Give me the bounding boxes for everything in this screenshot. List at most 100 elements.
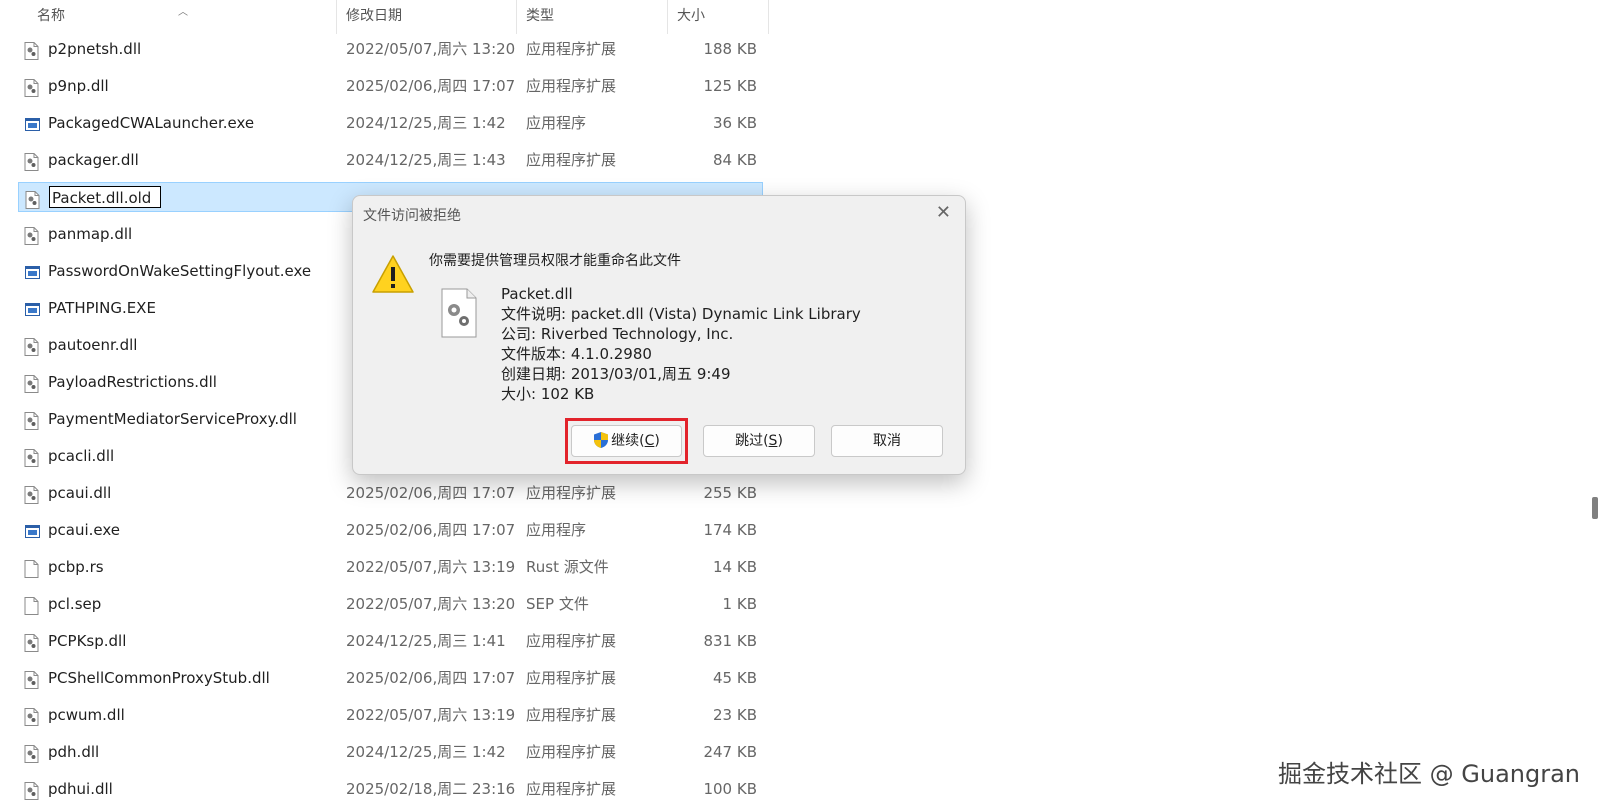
exe-file-icon: [24, 114, 40, 132]
file-size: 1 KB: [722, 595, 757, 613]
close-icon[interactable]: ✕: [936, 202, 951, 223]
column-date-label: 修改日期: [346, 8, 402, 24]
table-row[interactable]: pcbp.rs 2022/05/07,周六 13:19 Rust 源文件 14 KB: [18, 552, 763, 582]
file-type: 应用程序扩展: [526, 151, 617, 169]
file-date: 2025/02/06,周四 17:07: [346, 484, 516, 502]
column-type-label: 类型: [526, 8, 554, 24]
file-date: 2025/02/18,周二 23:16: [346, 780, 516, 798]
file-type: SEP 文件: [526, 595, 589, 613]
dll-file-icon: [24, 484, 39, 504]
file-name: PCShellCommonProxyStub.dll: [48, 669, 270, 687]
table-row[interactable]: pcaui.exe 2025/02/06,周四 17:07 应用程序 174 KB: [18, 515, 763, 545]
file-name: pdh.dll: [48, 743, 100, 761]
file-size: 14 KB: [713, 558, 757, 576]
file-date: 2022/05/07,周六 13:19: [346, 558, 516, 576]
sort-ascending-icon: ︿: [178, 7, 188, 18]
file-name: pautoenr.dll: [48, 336, 138, 354]
skip-close-paren: ): [777, 433, 783, 449]
file-size: 84 KB: [713, 151, 757, 169]
skip-button[interactable]: 跳过(S): [703, 425, 815, 457]
column-name-label: 名称: [37, 8, 65, 24]
detail-description: 文件说明: packet.dll (Vista) Dynamic Link Li…: [501, 305, 861, 323]
file-type: 应用程序扩展: [526, 77, 617, 95]
column-size[interactable]: 大小: [669, 0, 769, 34]
cancel-button[interactable]: 取消: [831, 425, 943, 457]
file-date: 2022/05/07,周六 13:19: [346, 706, 516, 724]
table-row[interactable]: pcwum.dll 2022/05/07,周六 13:19 应用程序扩展 23 KB: [18, 700, 763, 730]
file-name: PackagedCWALauncher.exe: [48, 114, 255, 132]
table-row[interactable]: PCShellCommonProxyStub.dll 2025/02/06,周四 …: [18, 663, 763, 693]
table-row[interactable]: pdh.dll 2024/12/25,周三 1:42 应用程序扩展 247 KB: [18, 737, 763, 767]
dll-file-icon: [24, 780, 39, 800]
dll-file-icon: [24, 225, 39, 245]
table-row[interactable]: PackagedCWALauncher.exe 2024/12/25,周三 1:4…: [18, 108, 763, 138]
detail-version: 文件版本: 4.1.0.2980: [501, 345, 652, 363]
continue-accesskey: C: [644, 433, 655, 449]
file-size: 36 KB: [713, 114, 757, 132]
file-type: 应用程序扩展: [526, 632, 617, 650]
file-name: pcl.sep: [48, 595, 102, 613]
file-date: 2024/12/25,周三 1:42: [346, 114, 506, 132]
access-denied-dialog: 文件访问被拒绝 ✕ 你需要提供管理员权限才能重命名此文件 Packet.dll …: [352, 195, 966, 475]
dll-file-icon: [25, 189, 40, 209]
file-name: PaymentMediatorServiceProxy.dll: [48, 410, 297, 428]
dll-file-icon: [24, 77, 39, 97]
file-size: 188 KB: [703, 40, 757, 58]
file-type: 应用程序: [526, 521, 587, 539]
file-type: 应用程序扩展: [526, 484, 617, 502]
file-name: PayloadRestrictions.dll: [48, 373, 217, 391]
file-date: 2024/12/25,周三 1:42: [346, 743, 506, 761]
file-name: PATHPING.EXE: [48, 299, 156, 317]
table-row[interactable]: PCPKsp.dll 2024/12/25,周三 1:41 应用程序扩展 831 KB: [18, 626, 763, 656]
dll-file-icon: [24, 336, 39, 356]
table-row[interactable]: p2pnetsh.dll 2022/05/07,周六 13:20 应用程序扩展 188…: [18, 34, 763, 64]
file-size: 831 KB: [703, 632, 757, 650]
file-type: 应用程序扩展: [526, 40, 617, 58]
file-date: 2022/05/07,周六 13:20: [346, 595, 516, 613]
table-row[interactable]: pdhui.dll 2025/02/18,周二 23:16 应用程序扩展 100 KB: [18, 774, 763, 804]
file-name: PCPKsp.dll: [48, 632, 127, 650]
column-size-label: 大小: [677, 8, 705, 24]
dll-file-icon: [24, 151, 39, 171]
file-date: 2025/02/06,周四 17:07: [346, 669, 516, 687]
table-row[interactable]: packager.dll 2024/12/25,周三 1:43 应用程序扩展 84 K…: [18, 145, 763, 175]
dll-file-icon: [24, 373, 39, 393]
column-name[interactable]: 名称 ︿: [0, 0, 337, 34]
dll-file-icon: [24, 632, 39, 652]
continue-close-paren: ): [654, 433, 660, 449]
continue-button[interactable]: 继续(C): [571, 425, 682, 457]
detail-company: 公司: Riverbed Technology, Inc.: [501, 325, 734, 343]
table-row[interactable]: pcl.sep 2022/05/07,周六 13:20 SEP 文件 1 KB: [18, 589, 763, 619]
file-date: 2025/02/06,周四 17:07: [346, 77, 516, 95]
dll-file-icon: [24, 410, 39, 430]
file-size: 45 KB: [713, 669, 757, 687]
scrollbar-thumb[interactable]: [1592, 497, 1598, 519]
exe-file-icon: [24, 299, 40, 317]
dll-file-icon: [24, 40, 39, 60]
watermark: 掘金技术社区 @ Guangran: [1278, 760, 1581, 788]
file-date: 2022/05/07,周六 13:20: [346, 40, 516, 58]
rename-input[interactable]: Packet.dll.old: [49, 186, 161, 208]
column-date[interactable]: 修改日期: [338, 0, 517, 34]
file-date: 2025/02/06,周四 17:07: [346, 521, 516, 539]
file-name: PasswordOnWakeSettingFlyout.exe: [48, 262, 312, 280]
continue-label: 继续(: [611, 433, 645, 449]
column-type[interactable]: 类型: [518, 0, 668, 34]
file-type: 应用程序扩展: [526, 669, 617, 687]
dll-file-icon: [24, 447, 39, 467]
detail-size: 大小: 102 KB: [501, 385, 595, 403]
file-name: pcacli.dll: [48, 447, 115, 465]
table-row[interactable]: pcaui.dll 2025/02/06,周四 17:07 应用程序扩展 255 KB: [18, 478, 763, 508]
file-type: Rust 源文件: [526, 558, 609, 576]
exe-file-icon: [24, 262, 40, 280]
file-name: p9np.dll: [48, 77, 109, 95]
warning-icon: [372, 255, 414, 293]
table-row[interactable]: p9np.dll 2025/02/06,周四 17:07 应用程序扩展 125 KB: [18, 71, 763, 101]
file-name: panmap.dll: [48, 225, 133, 243]
dialog-title: 文件访问被拒绝: [363, 208, 461, 224]
dll-file-icon: [24, 743, 39, 763]
file-type: 应用程序扩展: [526, 706, 617, 724]
exe-file-icon: [24, 521, 40, 539]
detail-filename: Packet.dll: [501, 285, 573, 303]
detail-created: 创建日期: 2013/03/01,周五 9:49: [501, 365, 731, 383]
